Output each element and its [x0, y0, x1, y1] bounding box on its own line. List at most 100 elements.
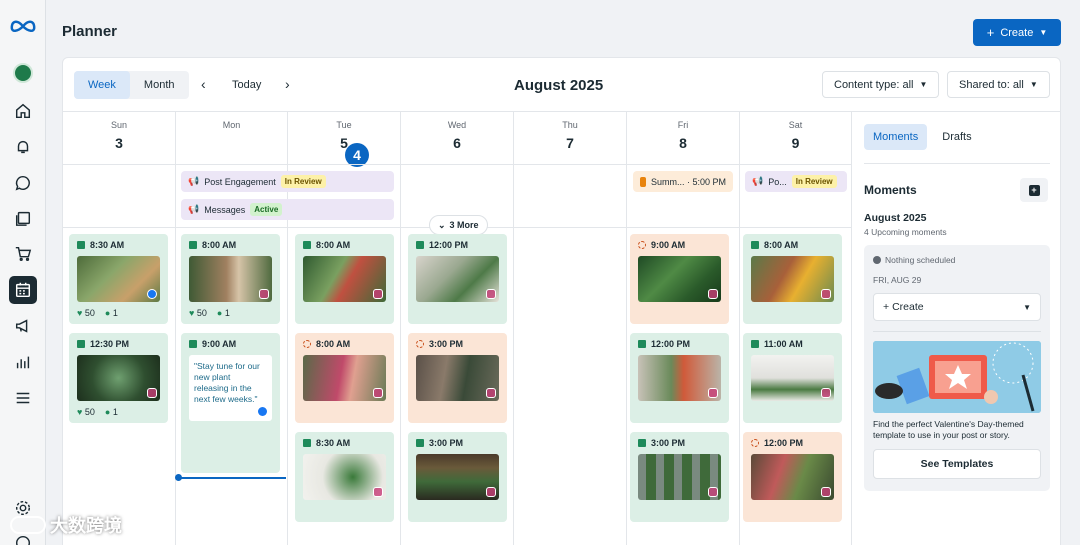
post-time: 11:00 AM — [764, 339, 803, 349]
post-card[interactable]: 9:00 AM "Stay tune for our new plant rel… — [181, 333, 280, 473]
post-thumbnail[interactable] — [751, 355, 834, 401]
today-button[interactable]: Today — [232, 79, 261, 91]
post-thumbnail[interactable] — [189, 256, 272, 302]
instagram-icon — [708, 388, 718, 398]
post-time: 8:00 AM — [316, 339, 351, 349]
post-thumbnail[interactable] — [751, 454, 834, 500]
cart-icon[interactable] — [12, 243, 34, 265]
instagram-icon — [486, 487, 496, 497]
post-card[interactable]: 12:00 PM — [408, 234, 507, 324]
scheduled-icon — [303, 340, 311, 348]
page-title: Planner — [62, 23, 118, 40]
day-number: 3 — [115, 135, 123, 151]
campaign-pill-po[interactable]: 📢 Po... In Review — [745, 171, 847, 192]
moment-create-dropdown[interactable]: + Create ▼ — [873, 293, 1041, 321]
post-card[interactable]: 8:00 AM — [295, 234, 394, 324]
post-card[interactable]: 8:00 AM — [743, 234, 842, 324]
post-card[interactable]: 3:00 PM — [630, 432, 729, 522]
day-name: Thu — [562, 120, 578, 130]
planner-card: Week Month ‹ Today › August 2025 Content… — [62, 57, 1061, 545]
post-thumbnail[interactable] — [303, 454, 386, 500]
campaign-pill-messages[interactable]: 📢 Messages Active — [181, 199, 394, 220]
facebook-post-icon — [638, 439, 646, 447]
watermark: 大数跨境 — [10, 512, 122, 538]
caret-down-icon: ▼ — [1029, 80, 1038, 89]
post-card[interactable]: 3:00 PM — [408, 432, 507, 522]
moment-card: Nothing scheduled FRI, AUG 29 + Create ▼ — [864, 245, 1050, 491]
post-thumbnail[interactable] — [638, 355, 721, 401]
meta-logo[interactable] — [9, 16, 37, 34]
create-button[interactable]: + Create ▼ — [973, 19, 1061, 46]
tab-moments[interactable]: Moments — [864, 124, 928, 150]
content-type-dropdown[interactable]: Content type: all ▼ — [822, 71, 940, 98]
shared-to-dropdown[interactable]: Shared to: all ▼ — [947, 71, 1050, 98]
menu-icon[interactable] — [12, 387, 34, 409]
post-card[interactable]: 8:30 AM — [295, 432, 394, 522]
show-more-button[interactable]: ⌄ 3 More — [429, 215, 488, 235]
chat-icon[interactable] — [12, 172, 34, 194]
comments-count: ● 1 — [104, 308, 118, 318]
month-view-button[interactable]: Month — [130, 71, 189, 99]
day-name: Fri — [677, 120, 689, 130]
day-name: Sun — [110, 120, 127, 130]
post-time: 8:30 AM — [316, 438, 351, 448]
tab-drafts[interactable]: Drafts — [933, 124, 980, 150]
post-thumbnail[interactable] — [77, 355, 160, 401]
next-week-icon[interactable]: › — [285, 76, 290, 92]
account-avatar[interactable] — [13, 63, 33, 83]
facebook-post-icon — [77, 340, 85, 348]
post-thumbnail[interactable] — [416, 454, 499, 500]
facebook-post-icon — [416, 439, 424, 447]
scheduled-icon — [751, 439, 759, 447]
instagram-icon — [821, 388, 831, 398]
post-time: 8:00 AM — [202, 240, 237, 250]
see-templates-button[interactable]: See Templates — [873, 449, 1041, 479]
home-icon[interactable] — [12, 100, 34, 122]
post-card[interactable]: 3:00 PM — [408, 333, 507, 423]
divider — [873, 331, 1041, 332]
calendar-icon[interactable] — [9, 276, 37, 304]
post-thumbnail[interactable] — [751, 256, 834, 302]
scheduled-icon — [638, 241, 646, 249]
post-time: 12:00 PM — [764, 438, 804, 448]
moment-pill-summer[interactable]: Summ... · 5:00 PM — [633, 171, 733, 192]
campaign-pill-post-engagement[interactable]: 📢 Post Engagement In Review — [181, 171, 394, 192]
caret-down-icon: ▼ — [1023, 302, 1031, 312]
facebook-icon — [147, 289, 157, 299]
post-thumbnail[interactable] — [77, 256, 160, 302]
prev-week-icon[interactable]: ‹ — [201, 76, 206, 92]
comments-count: ● 1 — [216, 308, 230, 318]
post-card[interactable]: 8:30 AM ♥ 50 ● 1 — [69, 234, 168, 324]
facebook-post-icon — [303, 439, 311, 447]
post-thumbnail[interactable] — [638, 454, 721, 500]
post-card[interactable]: 12:30 PM ♥ 50 ● 1 — [69, 333, 168, 423]
post-thumbnail[interactable] — [303, 256, 386, 302]
watermark-text: 大数跨境 — [50, 516, 122, 536]
post-card[interactable]: 8:00 AM — [295, 333, 394, 423]
post-thumbnail[interactable] — [638, 256, 721, 302]
post-card[interactable]: 8:00 AM ♥ 50 ● 1 — [181, 234, 280, 324]
megaphone-icon[interactable] — [12, 315, 34, 337]
current-time-line — [178, 477, 286, 479]
day-number: 5 — [340, 135, 348, 151]
day-name: Wed — [447, 120, 467, 130]
day-column-thu[interactable]: Thu 7 — [514, 112, 627, 545]
chevron-down-icon: ⌄ — [438, 219, 446, 230]
facebook-post-icon — [751, 241, 759, 249]
post-card[interactable]: 9:00 AM — [630, 234, 729, 324]
week-view-button[interactable]: Week — [74, 71, 130, 99]
post-thumbnail[interactable] — [303, 355, 386, 401]
day-column-sun[interactable]: Sun 3 — [63, 112, 176, 545]
insights-icon[interactable] — [12, 351, 34, 373]
bell-icon[interactable] — [12, 136, 34, 158]
post-card[interactable]: 12:00 PM — [630, 333, 729, 423]
add-moment-button[interactable]: + — [1020, 178, 1048, 202]
post-thumbnail[interactable] — [416, 355, 499, 401]
facebook-post-icon — [303, 241, 311, 249]
post-text-preview[interactable]: "Stay tune for our new plant releasing i… — [189, 355, 272, 421]
post-thumbnail[interactable] — [416, 256, 499, 302]
template-promo-image[interactable] — [873, 341, 1041, 413]
post-card[interactable]: 11:00 AM — [743, 333, 842, 423]
posts-icon[interactable] — [12, 207, 34, 229]
post-card[interactable]: 12:00 PM — [743, 432, 842, 522]
